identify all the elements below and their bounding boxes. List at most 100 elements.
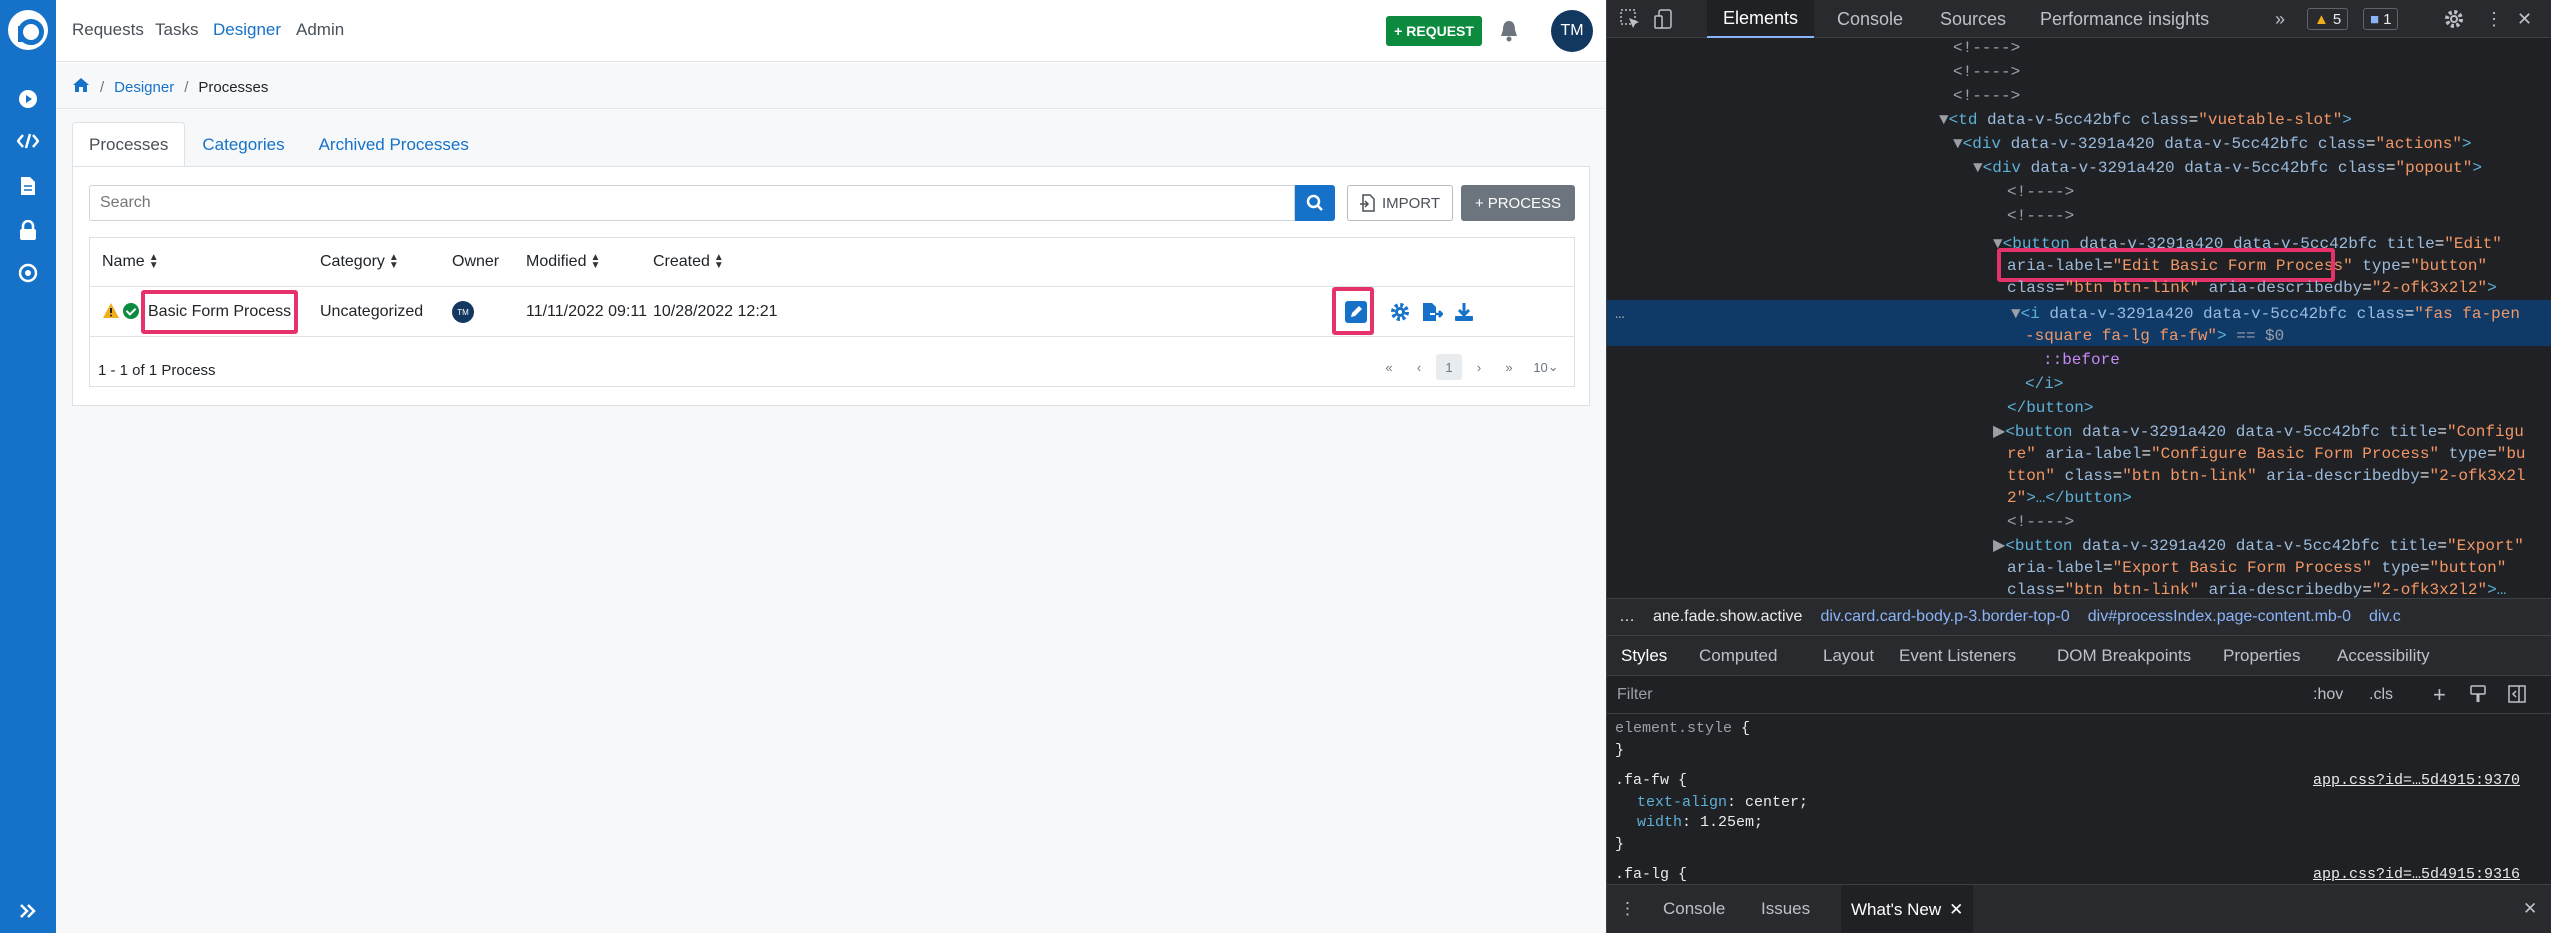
- messages-badge[interactable]: ■ 1: [2363, 8, 2399, 30]
- warnings-badge[interactable]: ▲ 5: [2307, 8, 2349, 30]
- css-rule-line[interactable]: text-align: center;: [1637, 794, 1808, 811]
- column-name[interactable]: Name ▲ ▼: [102, 253, 159, 271]
- nav-admin[interactable]: Admin: [296, 20, 344, 40]
- dom-line[interactable]: 2">…</button>: [2007, 488, 2132, 508]
- close-drawer-icon[interactable]: ✕: [2523, 899, 2537, 919]
- tab-properties[interactable]: Properties: [2223, 646, 2300, 666]
- tab-sources[interactable]: Sources: [1940, 0, 2006, 38]
- hover-toggle[interactable]: :hov: [2313, 686, 2343, 704]
- configure-button[interactable]: [1386, 299, 1414, 325]
- more-tabs-icon[interactable]: »: [2275, 0, 2285, 38]
- path-item[interactable]: div.card.card-body.p-3.border-top-0: [1820, 608, 2069, 626]
- dom-line[interactable]: ::before: [2043, 350, 2120, 370]
- first-page-button[interactable]: «: [1376, 354, 1402, 380]
- code-icon[interactable]: [17, 130, 39, 152]
- dom-line[interactable]: ▼<div data-v-3291a420 data-v-5cc42bfc cl…: [1953, 134, 2472, 154]
- inspect-element-icon[interactable]: [1619, 0, 1641, 38]
- home-icon[interactable]: [72, 77, 90, 97]
- dom-line[interactable]: class="btn btn-link" aria-describedby="2…: [2007, 278, 2497, 298]
- import-button[interactable]: IMPORT: [1347, 185, 1453, 221]
- dom-line[interactable]: class="btn btn-link" aria-describedby="2…: [2007, 580, 2506, 598]
- tab-layout[interactable]: Layout: [1823, 646, 1874, 666]
- device-toolbar-icon[interactable]: [1653, 0, 1675, 38]
- play-icon[interactable]: [17, 88, 39, 110]
- tab-console[interactable]: Console: [1837, 0, 1903, 38]
- search-input[interactable]: [89, 185, 1295, 221]
- processmaker-logo[interactable]: [8, 10, 48, 50]
- lock-icon[interactable]: [17, 219, 39, 241]
- path-item[interactable]: ane.fade.show.active: [1653, 608, 1802, 626]
- dom-line[interactable]: ▼<td data-v-5cc42bfc class="vuetable-slo…: [1939, 110, 2352, 130]
- expand-sidebar-icon[interactable]: [17, 900, 39, 922]
- dom-line[interactable]: </i>: [2025, 374, 2063, 394]
- css-source-link[interactable]: app.css?id=…5d4915:9316: [2313, 866, 2520, 883]
- tab-processes[interactable]: Processes: [72, 122, 186, 167]
- new-rule-icon[interactable]: +: [2433, 682, 2446, 708]
- dom-line[interactable]: ▶<button data-v-3291a420 data-v-5cc42bfc…: [1993, 422, 2524, 442]
- nav-requests[interactable]: Requests: [72, 20, 144, 40]
- tab-elements[interactable]: Elements: [1707, 0, 1815, 38]
- dom-line[interactable]: <!---->: [1953, 38, 2020, 58]
- notifications-bell-icon[interactable]: [1496, 18, 1522, 44]
- tab-computed[interactable]: Computed: [1699, 646, 1777, 666]
- dom-line[interactable]: …: [1615, 304, 1625, 324]
- nav-designer[interactable]: Designer: [213, 20, 281, 40]
- tab-styles[interactable]: Styles: [1621, 646, 1667, 666]
- owner-avatar[interactable]: TM: [452, 301, 474, 323]
- page-number[interactable]: 1: [1436, 354, 1462, 380]
- column-created[interactable]: Created ▲ ▼: [653, 253, 724, 271]
- dom-line[interactable]: </button>: [2007, 398, 2093, 418]
- path-ellipsis[interactable]: …: [1619, 608, 1635, 626]
- css-rule-line[interactable]: element.style {: [1615, 720, 1750, 737]
- paint-icon[interactable]: [2469, 684, 2487, 709]
- next-page-button[interactable]: ›: [1466, 354, 1492, 380]
- settings-gear-icon[interactable]: [2443, 0, 2465, 38]
- new-process-button[interactable]: + PROCESS: [1461, 185, 1575, 221]
- dom-line[interactable]: ▼<i data-v-3291a420 data-v-5cc42bfc clas…: [2011, 304, 2520, 324]
- breadcrumb-designer[interactable]: Designer: [114, 79, 174, 96]
- kebab-menu-icon[interactable]: ⋮: [2485, 0, 2503, 38]
- dom-line[interactable]: <!---->: [2007, 206, 2074, 226]
- dom-line[interactable]: <!---->: [2007, 512, 2074, 532]
- document-icon[interactable]: [17, 175, 39, 197]
- last-page-button[interactable]: »: [1496, 354, 1522, 380]
- css-rule-line[interactable]: .fa-fw {: [1615, 772, 1687, 789]
- search-button[interactable]: [1295, 185, 1335, 221]
- download-button[interactable]: [1450, 299, 1478, 325]
- styles-filter-input[interactable]: Filter: [1617, 686, 1653, 704]
- export-button[interactable]: [1418, 299, 1446, 325]
- drawer-tab-issues[interactable]: Issues: [1761, 899, 1810, 919]
- class-toggle[interactable]: .cls: [2369, 686, 2393, 704]
- path-item[interactable]: div.c: [2369, 608, 2401, 626]
- dom-line[interactable]: ▼<div data-v-3291a420 data-v-5cc42bfc cl…: [1973, 158, 2482, 178]
- css-rule-line[interactable]: .fa-lg {: [1615, 866, 1687, 883]
- tab-event-listeners[interactable]: Event Listeners: [1899, 646, 2016, 666]
- tab-archived-processes[interactable]: Archived Processes: [302, 122, 486, 167]
- dom-line[interactable]: -square fa-lg fa-fw"> == $0: [2025, 326, 2284, 346]
- close-tab-icon[interactable]: ✕: [1949, 900, 1963, 920]
- column-category[interactable]: Category ▲ ▼: [320, 253, 399, 271]
- tab-accessibility[interactable]: Accessibility: [2337, 646, 2430, 666]
- new-request-button[interactable]: + REQUEST: [1386, 16, 1482, 46]
- css-rule-line[interactable]: width: 1.25em;: [1637, 814, 1763, 831]
- column-modified[interactable]: Modified ▲ ▼: [526, 253, 600, 271]
- prev-page-button[interactable]: ‹: [1406, 354, 1432, 380]
- dom-line[interactable]: <!---->: [1953, 62, 2020, 82]
- dom-line[interactable]: re" aria-label="Configure Basic Form Pro…: [2007, 444, 2526, 464]
- css-source-link[interactable]: app.css?id=…5d4915:9370: [2313, 772, 2520, 789]
- per-page-select[interactable]: 10 ⌄: [1526, 354, 1566, 380]
- path-item[interactable]: div#processIndex.page-content.mb-0: [2088, 608, 2351, 626]
- tab-categories[interactable]: Categories: [185, 122, 301, 167]
- dom-line[interactable]: <!---->: [1953, 86, 2020, 106]
- drawer-menu-icon[interactable]: ⋮: [1619, 899, 1636, 919]
- drawer-tab-console[interactable]: Console: [1663, 899, 1725, 919]
- dom-line[interactable]: tton" class="btn btn-link" aria-describe…: [2007, 466, 2526, 486]
- user-avatar[interactable]: TM: [1551, 10, 1593, 52]
- gauge-icon[interactable]: [17, 262, 39, 284]
- drawer-tab-whats-new[interactable]: What's New ✕: [1841, 885, 1974, 933]
- toggle-sidebar-icon[interactable]: [2507, 684, 2527, 709]
- dom-line[interactable]: ▶<button data-v-3291a420 data-v-5cc42bfc…: [1993, 536, 2524, 556]
- tab-performance-insights[interactable]: Performance insights: [2040, 0, 2209, 38]
- close-devtools-icon[interactable]: ✕: [2517, 0, 2532, 38]
- dom-line[interactable]: <!---->: [2007, 182, 2074, 202]
